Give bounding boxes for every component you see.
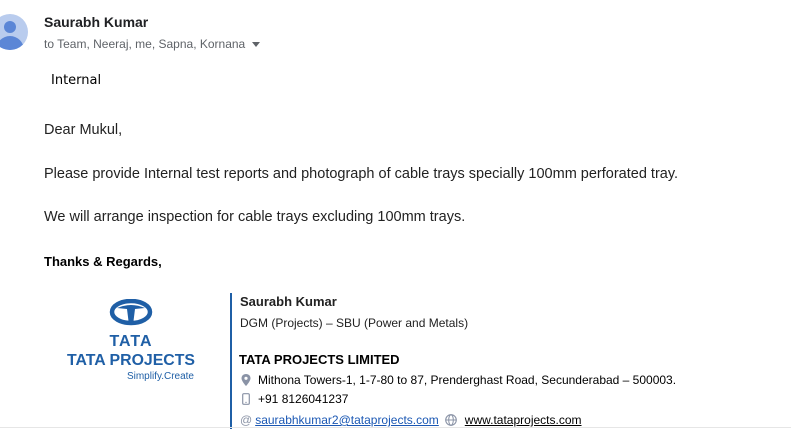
logo-company-text: TATA PROJECTS xyxy=(67,352,195,369)
signature-name: Saurabh Kumar xyxy=(240,294,337,309)
email-greeting: Dear Mukul, xyxy=(44,122,123,138)
signature-divider xyxy=(230,293,232,429)
tata-projects-logo: TATA TATA PROJECTS Simplify.Create xyxy=(67,299,195,382)
signature-website-link[interactable]: www.tataprojects.com xyxy=(465,413,582,427)
signature-phone: +91 8126041237 xyxy=(258,392,349,406)
globe-icon xyxy=(444,414,457,426)
chevron-down-icon[interactable] xyxy=(252,41,261,47)
signature-phone-row: +91 8126041237 xyxy=(240,392,348,406)
tata-emblem-icon xyxy=(109,299,153,326)
avatar-body xyxy=(0,36,24,50)
email-paragraph-1: Please provide Internal test reports and… xyxy=(44,166,679,182)
mobile-phone-icon xyxy=(240,393,252,405)
classification-label: Internal xyxy=(51,73,102,88)
signature-company: TATA PROJECTS LIMITED xyxy=(239,352,400,367)
logo-wordmark: TATA xyxy=(109,333,152,350)
recipients-text: to Team, Neeraj, me, Sapna, Kornana xyxy=(44,37,246,51)
location-pin-icon xyxy=(240,374,252,386)
signature-email-link[interactable]: saurabhkumar2@tataprojects.com xyxy=(255,413,439,427)
recipients-line[interactable]: to Team, Neeraj, me, Sapna, Kornana xyxy=(44,37,261,51)
signature-title: DGM (Projects) – SBU (Power and Metals) xyxy=(240,316,469,330)
avatar[interactable] xyxy=(0,14,28,50)
avatar-head xyxy=(4,21,16,33)
bottom-divider xyxy=(0,427,791,428)
signature-address-row: Mithona Towers-1, 1-7-80 to 87, Prenderg… xyxy=(240,373,676,387)
email-closing: Thanks & Regards, xyxy=(44,254,162,269)
email-paragraph-2: We will arrange inspection for cable tra… xyxy=(44,209,466,225)
at-sign-icon: @ xyxy=(240,413,253,427)
signature-address: Mithona Towers-1, 1-7-80 to 87, Prenderg… xyxy=(258,373,677,387)
logo-tagline: Simplify.Create xyxy=(127,371,194,382)
sender-name[interactable]: Saurabh Kumar xyxy=(44,14,148,30)
signature-contact-row: @ saurabhkumar2@tataprojects.com www.tat… xyxy=(240,413,582,427)
